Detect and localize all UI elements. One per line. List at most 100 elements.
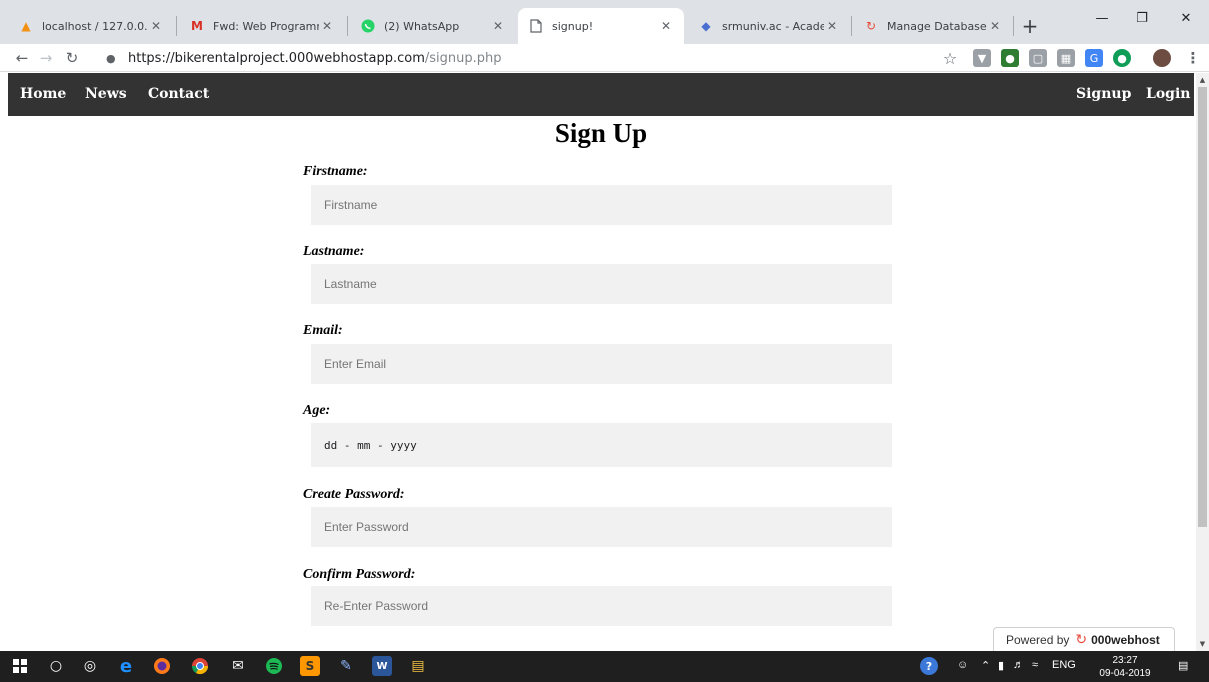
browser-tab-strip: ▲ localhost / 127.0.0.1 / e ✕ M Fwd: Web… bbox=[0, 0, 1209, 44]
volume-icon[interactable]: ♬ bbox=[1013, 659, 1024, 671]
email-label: Email: bbox=[303, 323, 343, 338]
edge-icon[interactable]: e bbox=[116, 656, 136, 677]
lock-icon: ● bbox=[106, 51, 116, 65]
chrome-icon[interactable] bbox=[190, 656, 210, 676]
powered-by-text: Powered by bbox=[1006, 632, 1070, 647]
scroll-up-icon[interactable]: ▲ bbox=[1196, 73, 1209, 87]
battery-icon: ▮ bbox=[998, 660, 1005, 672]
site-navbar: Home News Contact Signup Login bbox=[8, 73, 1194, 116]
tab-title: localhost / 127.0.0.1 / e bbox=[42, 19, 148, 33]
tab-close-icon[interactable]: ✕ bbox=[658, 19, 674, 33]
powered-by-badge[interactable]: Powered by ↻ 000webhost bbox=[993, 627, 1175, 651]
scroll-down-icon[interactable]: ▼ bbox=[1196, 637, 1209, 651]
whatsapp-icon bbox=[360, 18, 376, 34]
tab-phpmyadmin[interactable]: ▲ localhost / 127.0.0.1 / e ✕ bbox=[8, 8, 174, 44]
windows-taskbar: ○ ◎ e ✉ S ✎ W ▤ ? ☺ ⌃ ▮ ♬ ≈ ENG 23:27 09… bbox=[0, 651, 1209, 682]
nav-home-link[interactable]: Home bbox=[20, 86, 66, 102]
url-path: /signup.php bbox=[424, 50, 502, 66]
copy-extension-icon[interactable]: ▢ bbox=[1029, 49, 1047, 67]
system-clock[interactable]: 23:27 09-04-2019 bbox=[1095, 654, 1155, 680]
lastname-input[interactable] bbox=[311, 264, 892, 304]
tab-gmail[interactable]: M Fwd: Web Programming ✕ bbox=[179, 8, 345, 44]
tab-separator bbox=[347, 16, 348, 36]
clock-time: 23:27 bbox=[1112, 655, 1138, 666]
tab-close-icon[interactable]: ✕ bbox=[987, 19, 1003, 33]
file-explorer-icon[interactable]: ▤ bbox=[408, 656, 428, 676]
tab-close-icon[interactable]: ✕ bbox=[148, 19, 164, 33]
nav-signup-link[interactable]: Signup bbox=[1076, 86, 1131, 102]
profile-avatar-icon[interactable] bbox=[1153, 49, 1171, 67]
minimize-icon[interactable]: — bbox=[1082, 6, 1122, 30]
url-host: https://bikerentalproject.000webhostapp.… bbox=[128, 50, 425, 66]
nav-contact-link[interactable]: Contact bbox=[148, 86, 209, 102]
forward-icon[interactable]: → bbox=[34, 46, 58, 70]
nav-login-link[interactable]: Login bbox=[1146, 86, 1190, 102]
page-icon bbox=[528, 18, 544, 34]
close-window-icon[interactable]: ✕ bbox=[1166, 6, 1206, 30]
firstname-label: Firstname: bbox=[303, 164, 368, 179]
page-title: Sign Up bbox=[554, 118, 648, 148]
people-icon[interactable]: ☺ bbox=[957, 659, 968, 671]
scroll-thumb[interactable] bbox=[1198, 87, 1207, 527]
tab-separator bbox=[1013, 16, 1014, 36]
firstname-input[interactable] bbox=[311, 185, 892, 225]
page-scrollbar[interactable]: ▲ ▼ bbox=[1196, 73, 1209, 651]
tab-close-icon[interactable]: ✕ bbox=[490, 19, 506, 33]
help-icon[interactable]: ? bbox=[920, 657, 938, 675]
browser-toolbar: ← → ↻ ● https://bikerentalproject.000web… bbox=[0, 44, 1209, 72]
task-view-icon[interactable]: ◎ bbox=[80, 656, 100, 676]
academia-icon: ◆ bbox=[701, 19, 711, 33]
search-icon[interactable]: ○ bbox=[46, 656, 66, 676]
globe-extension-icon[interactable]: ● bbox=[1001, 49, 1019, 67]
lastname-label: Lastname: bbox=[303, 244, 365, 259]
age-label: Age: bbox=[303, 403, 331, 418]
webhost-logo-icon: ↻ bbox=[1075, 631, 1088, 647]
grammar-extension-icon[interactable]: ● bbox=[1113, 49, 1131, 67]
gmail-icon: M bbox=[191, 19, 203, 33]
tab-title: Manage Databases bbox=[887, 19, 987, 33]
windows-start-icon[interactable] bbox=[10, 656, 30, 676]
spotify-icon[interactable] bbox=[264, 656, 284, 676]
reload-icon[interactable]: ↻ bbox=[60, 46, 84, 70]
clock-date: 09-04-2019 bbox=[1099, 668, 1151, 679]
word-icon[interactable]: W bbox=[372, 656, 392, 676]
tab-close-icon[interactable]: ✕ bbox=[824, 19, 840, 33]
tab-close-icon[interactable]: ✕ bbox=[319, 19, 335, 33]
sublime-text-icon[interactable]: S bbox=[300, 656, 320, 676]
notifications-icon[interactable]: ▤ bbox=[1178, 659, 1188, 672]
tab-separator bbox=[176, 16, 177, 36]
tab-title: Fwd: Web Programming bbox=[213, 19, 319, 33]
phpmyadmin-icon: ▲ bbox=[21, 19, 31, 33]
shield-extension-icon[interactable]: ▼ bbox=[973, 49, 991, 67]
confirm-password-label: Confirm Password: bbox=[303, 567, 416, 582]
calendar-extension-icon[interactable]: ▦ bbox=[1057, 49, 1075, 67]
create-password-label: Create Password: bbox=[303, 487, 405, 502]
notepad-icon[interactable]: ✎ bbox=[336, 656, 356, 676]
bookmark-star-icon[interactable]: ☆ bbox=[938, 46, 962, 70]
tab-title: (2) WhatsApp bbox=[384, 19, 460, 33]
tab-title: srmuniv.ac - Academia bbox=[722, 19, 824, 33]
wifi-icon[interactable]: ≈ bbox=[1032, 659, 1038, 671]
age-date-input[interactable]: dd - mm - yyyy bbox=[311, 423, 892, 467]
mail-icon[interactable]: ✉ bbox=[228, 656, 248, 676]
tab-title: signup! bbox=[552, 19, 594, 33]
address-bar[interactable]: ● https://bikerentalproject.000webhostap… bbox=[106, 47, 966, 69]
translate-extension-icon[interactable]: G bbox=[1085, 49, 1103, 67]
webhost-icon: ↻ bbox=[865, 19, 877, 33]
date-placeholder: dd - mm - yyyy bbox=[324, 438, 417, 452]
nav-news-link[interactable]: News bbox=[85, 86, 127, 102]
tab-whatsapp[interactable]: (2) WhatsApp ✕ bbox=[350, 8, 516, 44]
tab-manage-databases[interactable]: ↻ Manage Databases ✕ bbox=[853, 8, 1013, 44]
password-input[interactable] bbox=[311, 507, 892, 547]
browser-menu-icon[interactable]: ⋮ bbox=[1181, 46, 1205, 70]
restore-icon[interactable]: ❐ bbox=[1122, 6, 1162, 30]
new-tab-button[interactable]: + bbox=[1016, 12, 1044, 40]
back-icon[interactable]: ← bbox=[10, 46, 34, 70]
language-indicator[interactable]: ENG bbox=[1052, 659, 1076, 671]
tray-expand-icon[interactable]: ⌃ bbox=[981, 659, 990, 672]
firefox-icon[interactable] bbox=[152, 656, 172, 676]
confirm-password-input[interactable] bbox=[311, 586, 892, 626]
tab-signup[interactable]: signup! ✕ bbox=[518, 8, 684, 44]
email-input[interactable] bbox=[311, 344, 892, 384]
tab-academia[interactable]: ◆ srmuniv.ac - Academia ✕ bbox=[688, 8, 850, 44]
